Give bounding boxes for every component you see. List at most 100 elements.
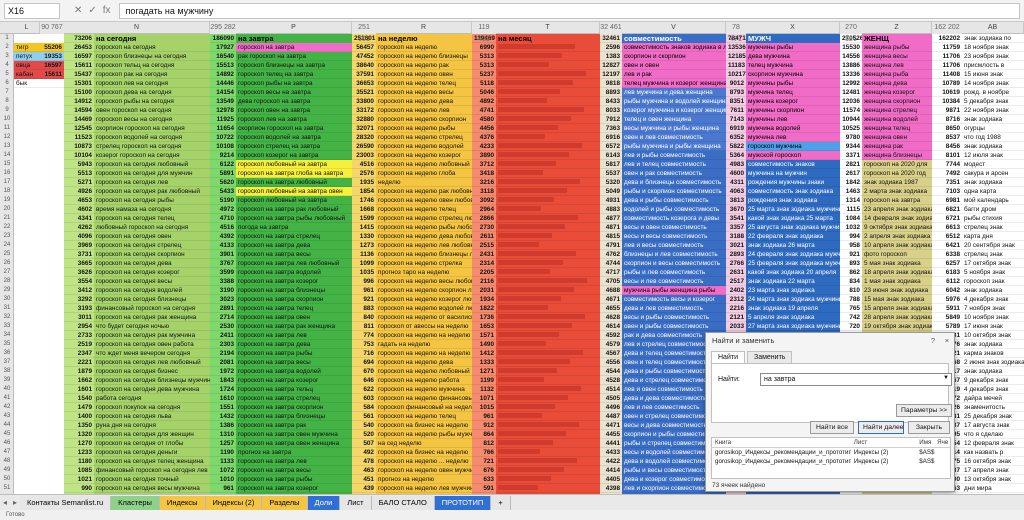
tomorrow-keyword[interactable]: гороскоп рыбы на завтра — [236, 79, 352, 88]
aa-value[interactable]: 5849 — [932, 313, 962, 322]
week-keyword[interactable]: гороскоп на неделю рыбы любовный — [376, 223, 472, 232]
male-value[interactable]: 3541 — [726, 214, 746, 223]
ab-keyword[interactable]: мой календарь — [962, 196, 1024, 205]
female-value[interactable]: 893 — [840, 259, 862, 268]
compat-keyword[interactable]: весы и весы совместимость — [622, 232, 726, 241]
ab-keyword[interactable]: как назвать р — [962, 448, 1024, 457]
row-header[interactable]: 35 — [0, 340, 13, 349]
today-value[interactable]: 3412 — [64, 286, 94, 295]
tomorrow-value[interactable]: 14446 — [210, 79, 236, 88]
tomorrow-value[interactable]: 10722 — [210, 133, 236, 142]
month-value[interactable]: 1653 — [472, 322, 496, 331]
compat-keyword[interactable]: дева и близнецы совместимость — [622, 178, 726, 187]
male-keyword[interactable]: какой знак зодиака 20 апреля — [746, 268, 840, 277]
month-keyword-cell[interactable] — [496, 70, 600, 79]
male-value[interactable]: 9012 — [726, 79, 746, 88]
month-value[interactable]: 1412 — [472, 349, 496, 358]
male-keyword[interactable]: 25 марта знак зодиака мужчины — [746, 205, 840, 214]
week-keyword[interactable]: гороскоп на неделю любовный — [376, 367, 472, 376]
today-value[interactable]: 5271 — [64, 178, 94, 187]
sheet-tab[interactable]: Индексы (2) — [205, 495, 263, 510]
today-keyword[interactable]: что будет сегодня ночью — [94, 322, 210, 331]
today-value[interactable]: 1270 — [64, 439, 94, 448]
tomorrow-keyword[interactable]: гороскоп близнецы на завтра — [236, 61, 352, 70]
ab-keyword[interactable]: стрелец знак — [962, 223, 1024, 232]
tomorrow-value[interactable]: 5891 — [210, 169, 236, 178]
tomorrow-keyword[interactable]: гороскоп на завтра козерог — [236, 277, 352, 286]
week-keyword[interactable]: прогноз на неделю — [376, 475, 472, 484]
month-keyword-cell[interactable] — [496, 88, 600, 97]
compat-value[interactable]: 4791 — [600, 241, 622, 250]
row-header[interactable]: 48 — [0, 457, 13, 466]
today-keyword[interactable]: гороскоп близнецы на сегодня — [94, 52, 210, 61]
ab-keyword[interactable]: карта дня — [962, 232, 1024, 241]
month-keyword-cell[interactable] — [496, 403, 600, 412]
today-keyword[interactable]: стрелец гороскоп на сегодня — [94, 142, 210, 151]
week-keyword[interactable]: гороскоп на бизнес на неделю — [376, 448, 472, 457]
month-value[interactable]: 4892 — [472, 97, 496, 106]
aa-value[interactable]: 11408 — [932, 70, 962, 79]
ab-keyword[interactable]: знак зодиака — [962, 115, 1024, 124]
tomorrow-keyword[interactable]: гороскоп на завтра стрелец — [236, 394, 352, 403]
tomorrow-value[interactable]: 6122 — [210, 160, 236, 169]
week-value[interactable]: 646 — [352, 376, 376, 385]
male-value[interactable]: 4600 — [726, 169, 746, 178]
week-value[interactable]: 492 — [352, 448, 376, 457]
month-value[interactable]: 633 — [472, 475, 496, 484]
find-next-button[interactable]: Найти далее — [858, 421, 904, 434]
close-button[interactable]: Закрыть — [908, 421, 950, 434]
row-header[interactable]: 18 — [0, 187, 13, 196]
week-keyword[interactable]: гороскоп на неделю глоба — [376, 169, 472, 178]
tomorrow-value[interactable]: 961 — [210, 484, 236, 493]
male-keyword[interactable]: знак зодиака 19 апреля — [746, 304, 840, 313]
ab-keyword[interactable]: рожд. в ноябре — [962, 88, 1024, 97]
male-keyword[interactable]: мужчина водолей — [746, 124, 840, 133]
week-keyword[interactable]: гороскоп на неделю дева — [376, 358, 472, 367]
tomorrow-keyword[interactable]: гороскоп на завтра скорпион — [236, 295, 352, 304]
tab-replace[interactable]: Заменить — [746, 351, 793, 363]
next-sheet-icon[interactable]: ▸ — [10, 498, 20, 507]
today-value[interactable]: 2221 — [64, 358, 94, 367]
compat-keyword[interactable]: козерог мужчина и козерог женщина — [622, 106, 726, 115]
ab-keyword[interactable]: 17 августа знак — [962, 421, 1024, 430]
column-header-x[interactable]: X — [746, 22, 840, 34]
month-value[interactable]: 2866 — [472, 214, 496, 223]
week-keyword[interactable]: гороскоп на неделю телец — [376, 79, 472, 88]
row-header[interactable]: 46 — [0, 439, 13, 448]
female-keyword[interactable]: 23 июня знак зодиака — [862, 286, 932, 295]
today-value[interactable]: 3626 — [64, 268, 94, 277]
today-value[interactable]: 3969 — [64, 241, 94, 250]
week-keyword[interactable]: гороскоп на неделю овен любовный — [376, 196, 472, 205]
month-keyword-cell[interactable] — [496, 124, 600, 133]
help-icon[interactable]: ? — [926, 333, 940, 349]
compat-keyword[interactable]: овен и рыбы совместимость — [622, 322, 726, 331]
compat-keyword[interactable]: весы и овен совместимость — [622, 223, 726, 232]
week-value[interactable]: 47452 — [352, 52, 376, 61]
week-keyword[interactable]: гороскоп на неделю водолей — [376, 142, 472, 151]
ab-keyword[interactable]: 7 ноября знак — [962, 304, 1024, 313]
today-keyword[interactable]: гороскоп на сегодня скорпион — [94, 250, 210, 259]
female-keyword[interactable]: 15 мая знак зодиака — [862, 295, 932, 304]
month-keyword-cell[interactable] — [496, 394, 600, 403]
tomorrow-value[interactable]: 12978 — [210, 106, 236, 115]
tomorrow-value[interactable]: 2411 — [210, 331, 236, 340]
male-keyword[interactable]: рождения мужчины знаки — [746, 178, 840, 187]
female-keyword[interactable]: женщина дева — [862, 79, 932, 88]
ab-keyword[interactable]: 15 июня знак — [962, 70, 1024, 79]
row-header[interactable]: 31 — [0, 304, 13, 313]
month-value[interactable]: 1132 — [472, 385, 496, 394]
male-keyword[interactable]: мужчины скорпион — [746, 106, 840, 115]
ab-keyword[interactable]: 2 июня знак зодиака — [962, 358, 1024, 367]
week-value[interactable]: 774 — [352, 331, 376, 340]
tomorrow-value[interactable]: 3599 — [210, 268, 236, 277]
aa-value[interactable]: 9871 — [932, 106, 962, 115]
compat-value[interactable]: 4544 — [600, 367, 622, 376]
aa-value[interactable]: 7492 — [932, 169, 962, 178]
today-value[interactable]: 3292 — [64, 295, 94, 304]
sheet-tab[interactable]: Контакты Semanlist.ru — [20, 495, 112, 510]
ab-keyword[interactable]: 5 ноября знак — [962, 268, 1024, 277]
row-header[interactable]: 27 — [0, 268, 13, 277]
week-value[interactable]: 35521 — [352, 88, 376, 97]
today-keyword[interactable]: гороскоп на сегодня рак любовный — [94, 187, 210, 196]
week-value[interactable]: 1273 — [352, 241, 376, 250]
